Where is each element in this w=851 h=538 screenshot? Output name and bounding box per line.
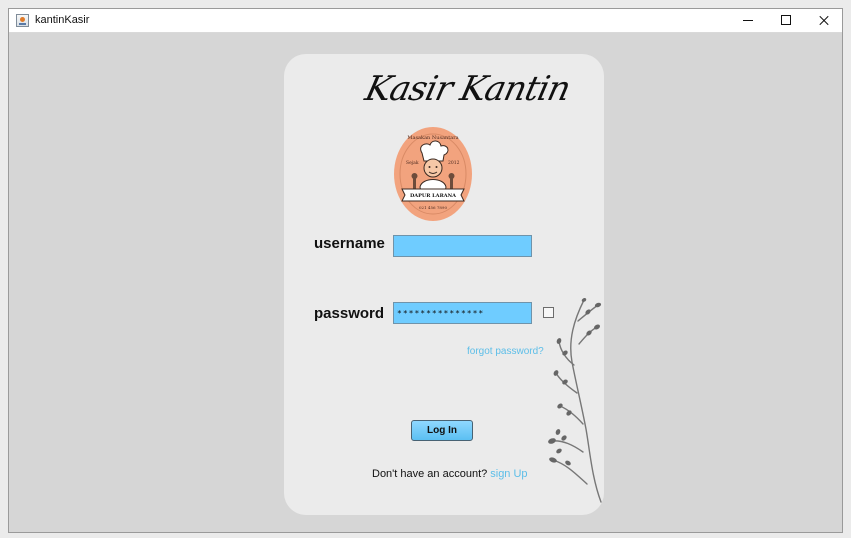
logo-top-text: Masakan Nusantara xyxy=(407,135,458,141)
java-app-icon xyxy=(16,14,29,27)
maximize-button[interactable] xyxy=(767,9,805,33)
logo-name-text: DAPUR LARANA xyxy=(410,193,456,199)
logo-sejak-text: Sejak xyxy=(406,160,419,166)
username-input[interactable] xyxy=(393,235,532,257)
password-label: password xyxy=(314,305,385,322)
plant-decoration-icon xyxy=(548,298,602,503)
chef-logo-icon: Masakan Nusantara Sejak 2012 DAPUR LARAN… xyxy=(394,127,472,221)
password-input[interactable] xyxy=(393,302,532,324)
signup-prompt: Don't have an account? xyxy=(372,468,488,480)
window-title: kantinKasir xyxy=(35,14,90,26)
signup-link[interactable]: sign Up xyxy=(490,468,527,480)
brand-title: Kasir Kantin xyxy=(361,69,574,109)
window-titlebar: kantinKasir xyxy=(9,9,842,33)
username-label: username xyxy=(314,235,385,252)
close-button[interactable] xyxy=(805,9,842,33)
signup-row: Don't have an account? sign Up xyxy=(372,468,528,480)
dapur-larana-logo: Masakan Nusantara Sejak 2012 DAPUR LARAN… xyxy=(393,125,473,223)
login-button[interactable]: Log In xyxy=(411,420,473,441)
application-window: kantinKasir Kasir Kantin Masakan Nusanta… xyxy=(8,8,843,533)
logo-year-text: 2012 xyxy=(448,160,460,166)
logo-phone-text: 021 456 7890 xyxy=(419,205,447,210)
login-card: Kasir Kantin Masakan Nusantara Sejak 201… xyxy=(284,54,604,515)
minimize-button[interactable] xyxy=(729,9,767,33)
forgot-password-link[interactable]: forgot password? xyxy=(467,346,544,357)
